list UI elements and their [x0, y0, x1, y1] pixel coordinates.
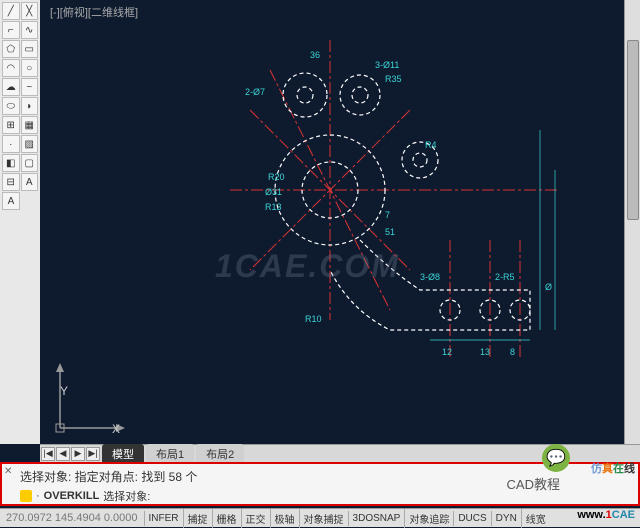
status-osnap[interactable]: 对象捕捉 — [299, 509, 348, 528]
brand-text: 仿真在线 — [591, 456, 635, 477]
dim-d1: 36 — [310, 50, 320, 60]
website-url: www.1CAE — [577, 505, 635, 523]
dim-d17: Ø — [545, 282, 552, 292]
draw-toolbar: ╱╳ ⌐∿ ⬠▭ ◠○ ☁~ ⬭◗ ⊞▦ ·▨ ◧▢ ⊟A A — [0, 0, 40, 444]
ellipse-tool[interactable]: ⬭ — [2, 97, 20, 115]
cmd-close-icon[interactable]: ✕ — [4, 466, 16, 478]
rectangle-tool[interactable]: ▭ — [21, 40, 39, 58]
dim-d10: R10 — [305, 314, 322, 324]
spline-tool[interactable]: ∿ — [21, 21, 39, 39]
dim-d7: Ø31 — [265, 187, 282, 197]
cmd-history: 选择对象: 指定对角点: 找到 58 个 — [20, 468, 197, 485]
vertical-scrollbar[interactable] — [624, 0, 640, 444]
insert-block-tool[interactable]: ⊞ — [2, 116, 20, 134]
drawing-viewport[interactable]: [-][俯视][二维线框] — [40, 0, 640, 444]
construction-line-tool[interactable]: ╳ — [21, 2, 39, 20]
status-lwt[interactable]: 线宽 — [521, 509, 550, 528]
region-tool[interactable]: ▢ — [21, 154, 39, 172]
dim-d2: 3-Ø11 — [375, 60, 399, 70]
dim-d3: R35 — [385, 74, 402, 84]
hatch-tool[interactable]: ▨ — [21, 135, 39, 153]
revision-cloud-tool[interactable]: ☁ — [2, 78, 20, 96]
make-block-tool[interactable]: ▦ — [21, 116, 39, 134]
tab-layout2[interactable]: 布局2 — [196, 444, 244, 464]
dim-d11: 12 — [442, 347, 452, 357]
wechat-icon: 💬 — [542, 444, 570, 472]
cmd-input-line[interactable]: · OVERKILL 选择对象: — [20, 488, 150, 504]
view-label: [-][俯视][二维线框] — [50, 4, 138, 20]
text-tool[interactable]: A — [21, 173, 39, 191]
status-otrack[interactable]: 对象追踪 — [404, 509, 453, 528]
cad-drawing: 36 3-Ø11 R35 2-Ø7 R4 R20 Ø31 R13 7 51 R1… — [210, 40, 570, 400]
cmd-prefix: · — [36, 490, 40, 502]
status-bar: 270.0972 145.4904 0.0000 INFER 捕捉 栅格 正交 … — [0, 508, 640, 527]
ucs-y-label: Y — [60, 384, 68, 398]
wechat-label: CAD教程 — [507, 474, 560, 493]
tab-nav-prev[interactable]: ◀ — [56, 447, 70, 461]
status-grid[interactable]: 栅格 — [212, 509, 241, 528]
dim-d4: 2-Ø7 — [245, 87, 265, 97]
dim-d9: 7 — [385, 210, 390, 220]
status-coords: 270.0972 145.4904 0.0000 — [0, 512, 144, 524]
point-tool[interactable]: · — [2, 135, 20, 153]
dim-d12: 13 — [480, 347, 490, 357]
circle-tool[interactable]: ○ — [21, 59, 39, 77]
polyline-tool[interactable]: ⌐ — [2, 21, 20, 39]
arc-tool[interactable]: ◠ — [2, 59, 20, 77]
tab-model[interactable]: 模型 — [102, 444, 144, 464]
status-snap[interactable]: 捕捉 — [183, 509, 212, 528]
dim-d16: 2-R5 — [495, 272, 515, 282]
cmd-command: OVERKILL — [44, 490, 100, 502]
tab-layout1[interactable]: 布局1 — [146, 444, 194, 464]
polygon-tool[interactable]: ⬠ — [2, 40, 20, 58]
spline2-tool[interactable]: ~ — [21, 78, 39, 96]
tab-nav-first[interactable]: |◀ — [41, 447, 55, 461]
scroll-thumb[interactable] — [627, 40, 639, 220]
status-ortho[interactable]: 正交 — [241, 509, 270, 528]
table-tool[interactable]: ⊟ — [2, 173, 20, 191]
status-dyn[interactable]: DYN — [491, 511, 521, 526]
status-polar[interactable]: 极轴 — [270, 509, 299, 528]
line-tool[interactable]: ╱ — [2, 2, 20, 20]
status-infer[interactable]: INFER — [144, 511, 183, 526]
dim-d15: 3-Ø8 — [420, 272, 440, 282]
tab-nav-next[interactable]: ▶ — [71, 447, 85, 461]
cmd-prompt: 选择对象: — [103, 488, 150, 504]
mtext-tool[interactable]: A — [2, 192, 20, 210]
ucs-x-label: X — [112, 422, 120, 436]
cmd-warning-icon — [20, 490, 32, 502]
status-3dosnap[interactable]: 3DOSNAP — [348, 511, 405, 526]
dim-d14: 51 — [385, 227, 395, 237]
dim-d5: R4 — [425, 140, 437, 150]
status-ducs[interactable]: DUCS — [453, 511, 490, 526]
tab-nav-last[interactable]: ▶| — [86, 447, 100, 461]
gradient-tool[interactable]: ◧ — [2, 154, 20, 172]
dim-d8: R13 — [265, 202, 282, 212]
dim-d13: 8 — [510, 347, 515, 357]
dim-d6: R20 — [268, 172, 285, 182]
ellipse-arc-tool[interactable]: ◗ — [21, 97, 39, 115]
watermark: 1CAE.COM — [215, 248, 400, 285]
